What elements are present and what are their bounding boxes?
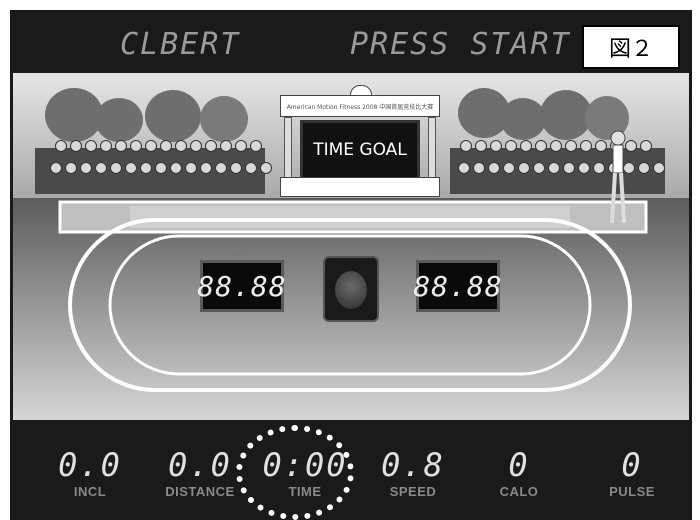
status-message: PRESS START — [350, 27, 571, 62]
stat-value: 0 — [621, 446, 643, 484]
stat-value: 0 — [508, 446, 530, 484]
gate-post — [428, 117, 436, 179]
tree-icon — [145, 90, 201, 142]
crowd-right — [458, 162, 665, 176]
runner-icon — [610, 130, 626, 224]
figure-label: 図２ — [582, 25, 680, 69]
stat-label: SPEED — [389, 484, 437, 499]
crowd-left — [50, 162, 272, 176]
time-goal-screen: TIME GOAL — [300, 120, 420, 180]
page-frame: American Motion Fitness 2008 中国首届竞技比大赛 T… — [0, 0, 700, 520]
stat-label: DISTANCE — [165, 484, 235, 499]
stat-incl: 0.0 INCL — [40, 448, 140, 499]
user-name: CLBERT — [120, 27, 241, 62]
gate-post — [284, 117, 292, 179]
stat-label: CALO — [499, 484, 539, 499]
stat-label: INCL — [73, 484, 107, 499]
stat-value: 0.0 — [168, 446, 232, 484]
finish-gate: American Motion Fitness 2008 中国首届竞技比大赛 T… — [280, 85, 440, 197]
distance-label: DISTANCE — [435, 249, 486, 259]
distance-display: 88.88 — [413, 260, 502, 312]
stat-pulse: 0 PULSE — [582, 448, 682, 499]
treadmill-console: American Motion Fitness 2008 中国首届竞技比大赛 T… — [10, 10, 692, 520]
time-highlight-circle — [236, 425, 354, 520]
stat-distance: 0.0 DISTANCE — [150, 448, 250, 499]
knob-dial-icon — [335, 271, 367, 309]
stat-label: PULSE — [609, 484, 655, 499]
gate-banner: American Motion Fitness 2008 中国首届竞技比大赛 — [280, 95, 440, 117]
lap-display: 88.88 — [197, 260, 286, 312]
stat-speed: 0.8 SPEED — [363, 448, 463, 499]
center-knob[interactable] — [323, 256, 379, 322]
lap-label: LAP — [232, 249, 251, 259]
stat-calo: 0 CALO — [469, 448, 569, 499]
tree-icon — [200, 96, 248, 142]
stat-value: 0.0 — [58, 446, 122, 484]
tree-icon — [95, 98, 143, 142]
crowd-left — [55, 140, 262, 154]
scene-background — [13, 73, 689, 420]
tree-icon — [500, 98, 546, 140]
stat-value: 0.8 — [381, 446, 445, 484]
tree-icon — [45, 88, 103, 142]
gate-base — [280, 177, 440, 197]
